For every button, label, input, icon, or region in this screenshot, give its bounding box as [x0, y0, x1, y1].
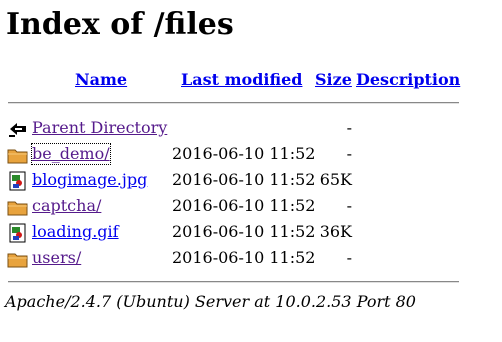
list-item: captcha/ 2016-06-10 11:52 - — [0, 194, 502, 220]
list-item: loading.gif 2016-06-10 11:52 36K — [0, 220, 502, 246]
file-link[interactable]: blogimage.jpg — [32, 170, 147, 190]
file-modified-date: 2016-06-10 11:52 — [172, 222, 316, 241]
file-link[interactable]: loading.gif — [32, 222, 119, 242]
header-divider — [8, 102, 459, 104]
file-link[interactable]: users/ — [32, 248, 81, 268]
file-link[interactable]: Parent Directory — [32, 118, 167, 138]
back-icon — [7, 119, 29, 139]
sort-by-size-link[interactable]: Size — [315, 70, 352, 90]
file-size: - — [346, 248, 352, 267]
file-size: - — [346, 144, 352, 163]
list-item: users/ 2016-06-10 11:52 - — [0, 246, 502, 272]
file-size: - — [346, 196, 352, 215]
file-link[interactable]: be_demo/ — [31, 143, 111, 165]
file-size: - — [346, 118, 352, 137]
folder-icon — [7, 249, 29, 269]
page-title: Index of /files — [6, 7, 234, 42]
file-size: 36K — [319, 222, 352, 241]
sort-by-name-link[interactable]: Name — [75, 70, 127, 90]
file-modified-date: 2016-06-10 11:52 — [172, 196, 316, 215]
list-item: blogimage.jpg 2016-06-10 11:52 65K — [0, 168, 502, 194]
list-item-parent-directory: Parent Directory - — [0, 116, 502, 142]
folder-icon — [7, 197, 29, 217]
file-link[interactable]: captcha/ — [32, 196, 101, 216]
footer-divider — [8, 281, 459, 283]
file-modified-date: 2016-06-10 11:52 — [172, 170, 316, 189]
list-item: be_demo/ 2016-06-10 11:52 - — [0, 142, 502, 168]
folder-icon — [7, 145, 29, 165]
file-size: 65K — [319, 170, 352, 189]
file-modified-date: 2016-06-10 11:52 — [172, 248, 316, 267]
server-signature: Apache/2.4.7 (Ubuntu) Server at 10.0.2.5… — [5, 292, 416, 311]
sort-by-last-modified-link[interactable]: Last modified — [181, 70, 302, 90]
sort-by-description-link[interactable]: Description — [356, 70, 460, 90]
image-icon — [7, 171, 29, 191]
image-icon — [7, 223, 29, 243]
file-modified-date: 2016-06-10 11:52 — [172, 144, 316, 163]
